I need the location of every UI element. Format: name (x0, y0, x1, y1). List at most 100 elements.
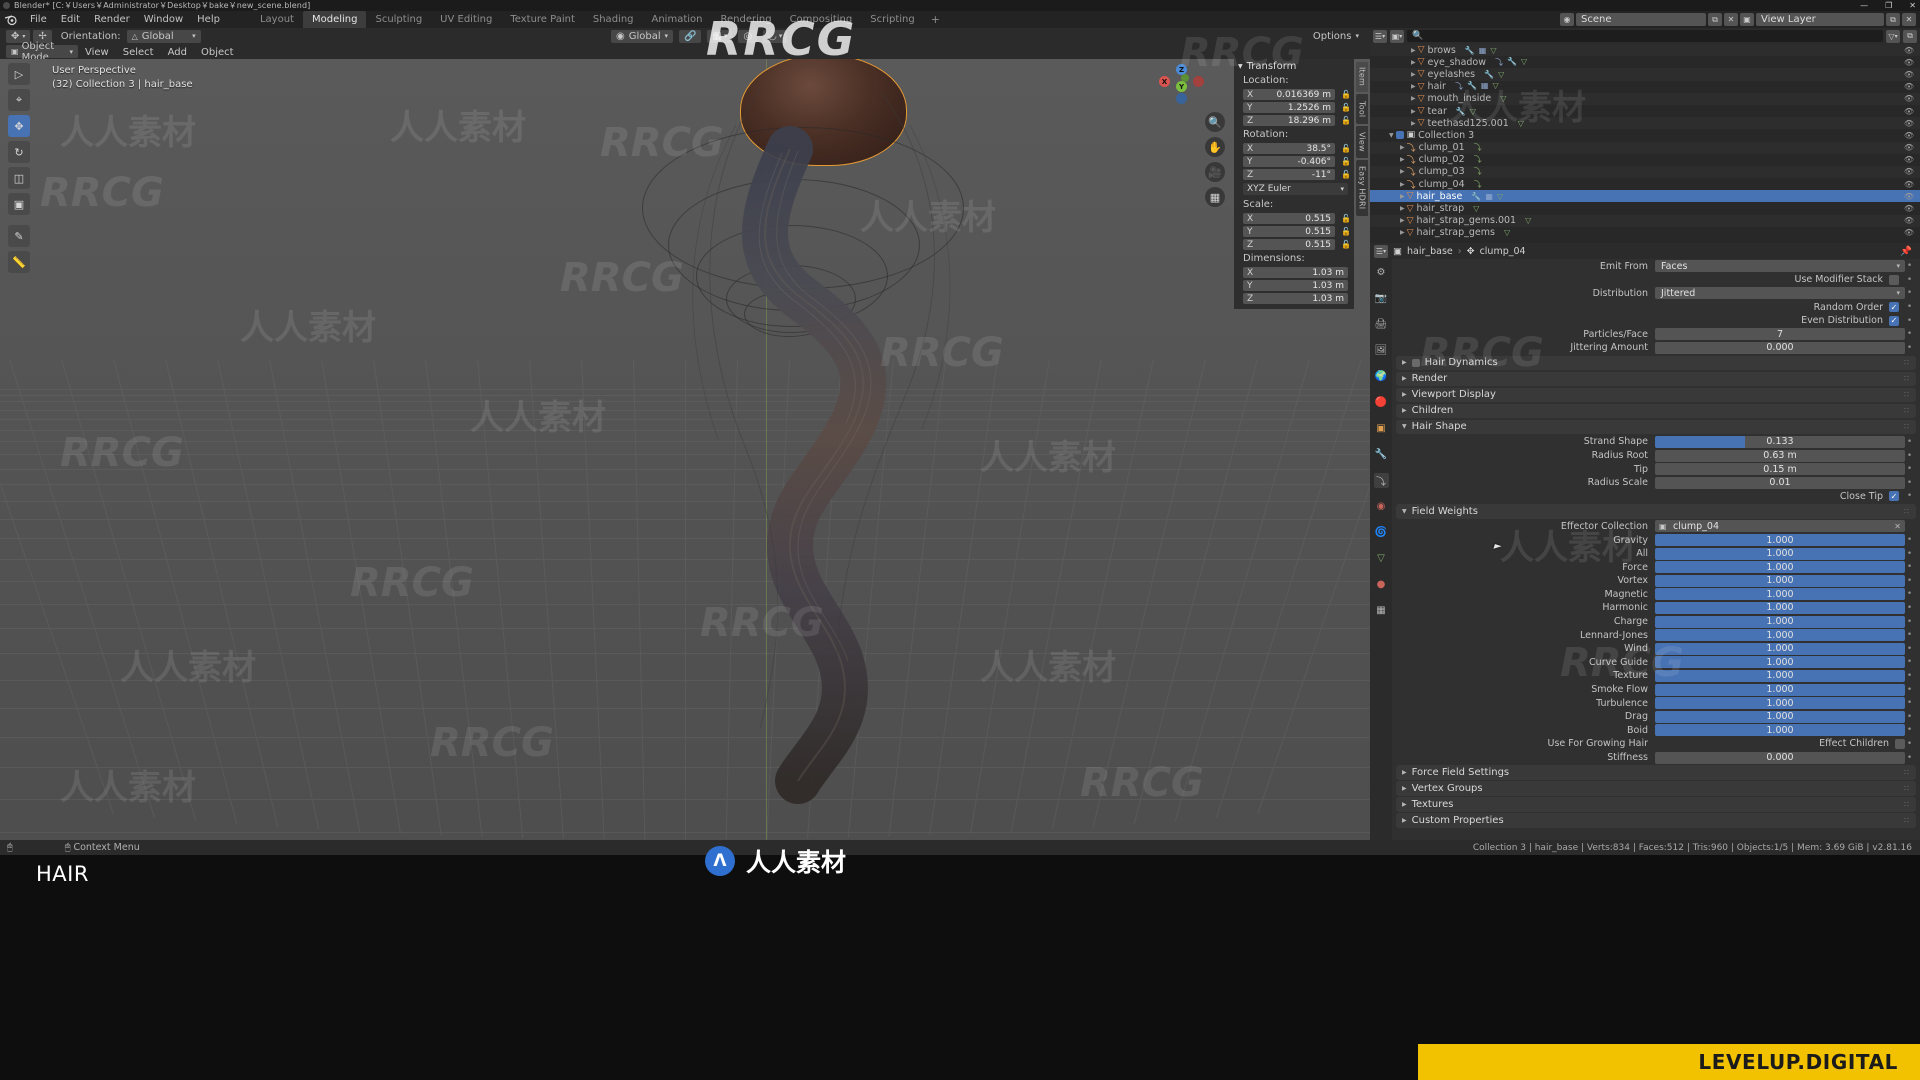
properties-section-force-field-settings[interactable]: ▶ Force Field Settings ∶∶ (1396, 765, 1916, 780)
animate-property-dot[interactable]: • (1905, 739, 1914, 749)
workspace-tab-scripting[interactable]: Scripting (861, 11, 923, 28)
field-np-scl-y[interactable]: Y 0.515 (1243, 226, 1336, 237)
property-value-harmonic[interactable]: 1.000 (1655, 601, 1905, 614)
dimensions-fields[interactable]: X 1.03 m Y 1.03 m Z 1.03 m (1234, 266, 1354, 305)
field-np-scl-z[interactable]: Z 0.515 (1243, 239, 1336, 250)
rotation-mode-dropdown[interactable]: XYZ Euler ▾ (1243, 183, 1348, 195)
outliner-editor[interactable]: ☰ ▾ ▣ ▾ 🔍 ▽ ▾ ⧉ ▶ ▽ brows 🔧 ▦ ▽ 👁 ▶ ▽ eye_shadow ⤵ 🔧 ▽ 👁… (1370, 28, 1920, 243)
pan-hand-icon[interactable]: ✋ (1205, 137, 1225, 157)
new-collection-icon[interactable]: ⧉ (1903, 29, 1917, 43)
modifier-icon[interactable]: 🔧 (1467, 81, 1477, 92)
snap-target-dropdown[interactable]: ◉ Global ▾ (611, 29, 673, 43)
animate-property-dot[interactable]: • (1905, 630, 1914, 640)
property-value-radius-scale[interactable]: 0.01 (1655, 476, 1905, 489)
animate-property-dot[interactable]: • (1905, 275, 1914, 285)
viewport-menu-view[interactable]: View (78, 47, 116, 58)
gizmo-axis-neg-z[interactable] (1176, 93, 1187, 104)
collection-checkbox[interactable] (1395, 131, 1404, 140)
visibility-eye-icon[interactable]: 👁 (1904, 94, 1914, 103)
property-value-emit-from[interactable]: Faces (1655, 260, 1905, 273)
gizmo-axis-neg-x[interactable] (1193, 76, 1204, 87)
sidebar-tab-item[interactable]: Item (1356, 62, 1368, 92)
property-value-vortex[interactable]: 1.000 (1655, 574, 1905, 587)
outliner-row-hair-strap[interactable]: ▶ ▽ hair_strap ▽ 👁 (1370, 202, 1920, 214)
field-np-loc-z[interactable]: Z 18.296 m (1243, 115, 1336, 126)
property-value-turbulence[interactable]: 1.000 (1655, 697, 1905, 710)
blender-logo-icon[interactable] (4, 13, 19, 26)
animate-property-dot[interactable]: • (1905, 549, 1914, 559)
visibility-eye-icon[interactable]: 👁 (1904, 192, 1914, 201)
chevron-right-icon[interactable]: ▶ (1402, 375, 1407, 382)
workspace-tab-modeling[interactable]: Modeling (302, 11, 367, 28)
animate-property-dot[interactable]: • (1905, 343, 1914, 353)
material-icon[interactable]: ▽ (1497, 192, 1503, 201)
sidebar-tabs[interactable]: Item Tool View Easy HDRI (1356, 62, 1368, 216)
visibility-eye-icon[interactable]: 👁 (1904, 46, 1914, 55)
transform-panel-header[interactable]: ▼ Transform (1234, 59, 1354, 73)
3d-viewport[interactable]: ▷ ⌖ ✥ ↻ ◫ ▣ ✎ 📏 User Perspective (32) Co… (0, 59, 1370, 840)
checkbox-close-tip[interactable]: ✓ (1889, 491, 1899, 502)
workspace-tab-sculpting[interactable]: Sculpting (366, 11, 431, 28)
material-icon[interactable]: ▽ (1525, 216, 1531, 225)
sidebar-item-panel[interactable]: ▼ Transform Location: X 0.016369 m 🔓 Y 1.252… (1234, 59, 1354, 309)
animate-property-dot[interactable]: • (1905, 657, 1914, 667)
property-value-tip[interactable]: 0.15 m (1655, 463, 1905, 476)
viewport-menu-object[interactable]: Object (194, 47, 241, 58)
animate-property-dot[interactable]: • (1905, 712, 1914, 722)
outliner-row-eye-shadow[interactable]: ▶ ▽ eye_shadow ⤵ 🔧 ▽ 👁 (1370, 56, 1920, 68)
particles-icon[interactable]: ⤵ (1495, 57, 1503, 68)
curve-data-icon[interactable]: ⤵ (1474, 154, 1482, 165)
transform-tool[interactable]: ▣ (8, 193, 30, 215)
outliner-row-hair-strap-gems-001[interactable]: ▶ ▽ hair_strap_gems.001 ▽ 👁 (1370, 214, 1920, 227)
lock-open-icon[interactable]: 🔓 (1341, 227, 1351, 236)
field-np-dim-x[interactable]: X 1.03 m (1243, 267, 1348, 278)
animate-property-dot[interactable]: • (1905, 478, 1914, 488)
add-workspace-button[interactable]: + (924, 13, 947, 26)
material-icon[interactable]: ▽ (1492, 81, 1498, 92)
camera-icon[interactable]: 🎥 (1205, 162, 1225, 182)
outliner-row-clump-04[interactable]: ▶ ⤵ clump_04 ⤵ 👁 (1370, 178, 1920, 191)
section-drag-handle[interactable]: ∶∶ (1904, 768, 1910, 777)
location-fields[interactable]: X 0.016369 m 🔓 Y 1.2526 m 🔓 Z 18.296 m 🔓 (1234, 88, 1354, 127)
field-np-dim-z[interactable]: Z 1.03 m (1243, 293, 1348, 304)
visibility-eye-icon[interactable]: 👁 (1904, 58, 1914, 67)
checkbox-use-modifier-stack[interactable] (1889, 274, 1899, 285)
field-np-rot-x[interactable]: X 38.5° (1243, 143, 1336, 154)
chevron-right-icon[interactable]: ▶ (1400, 144, 1405, 151)
outliner-row-clump-03[interactable]: ▶ ⤵ clump_03 ⤵ 👁 (1370, 165, 1920, 178)
properties-section-hair-dynamics[interactable]: ▶ Hair Dynamics ∶∶ (1396, 355, 1916, 371)
material-icon[interactable]: ▽ (1470, 107, 1476, 116)
new-view-layer-button[interactable]: ⧉ (1886, 13, 1900, 26)
visibility-eye-icon[interactable]: 👁 (1904, 228, 1914, 237)
magnet-icon[interactable]: 🔗 (679, 29, 702, 43)
property-value-distribution[interactable]: Jittered (1655, 287, 1905, 300)
section-drag-handle[interactable]: ∶∶ (1904, 358, 1910, 367)
animate-property-dot[interactable]: • (1905, 671, 1914, 681)
chevron-right-icon[interactable]: ▶ (1402, 391, 1407, 398)
lock-open-icon[interactable]: 🔓 (1341, 157, 1351, 166)
properties-section-hair-shape[interactable]: ▼ Hair Shape ∶∶ (1396, 419, 1916, 435)
properties-tab-texture[interactable]: ▦ (1374, 603, 1389, 618)
properties-panel-body[interactable]: Emit FromFaces•Use Modifier Stack•Distri… (1392, 259, 1920, 840)
lock-open-icon[interactable]: 🔓 (1341, 144, 1351, 153)
sidebar-tab-tool[interactable]: Tool (1356, 94, 1368, 124)
chevron-right-icon[interactable]: ▶ (1402, 407, 1407, 414)
properties-tab-output[interactable]: 🖨 (1374, 317, 1389, 332)
view-layer-browse-icon[interactable]: ▣ (1740, 13, 1754, 26)
menu-file[interactable]: File (23, 14, 54, 25)
menu-render[interactable]: Render (87, 14, 137, 25)
animate-property-dot[interactable]: • (1905, 685, 1914, 695)
lock-open-icon[interactable]: 🔓 (1341, 240, 1351, 249)
properties-editor-type-icon[interactable]: ☰ ▾ (1374, 244, 1388, 258)
outliner-row-clump-01[interactable]: ▶ ⤵ clump_01 ⤵ 👁 (1370, 141, 1920, 154)
chevron-right-icon[interactable]: ▶ (1402, 817, 1407, 824)
outliner-row-eyelashes[interactable]: ▶ ▽ eyelashes 🔧 ▽ 👁 (1370, 68, 1920, 81)
section-drag-handle[interactable]: ∶∶ (1904, 816, 1910, 825)
sidebar-tab-view[interactable]: View (1356, 126, 1368, 158)
view-layer-name-field[interactable]: View Layer (1756, 13, 1884, 26)
properties-tab-tool[interactable]: ⚙ (1374, 265, 1389, 280)
outliner-row-collection-3[interactable]: ▼ ▣ Collection 3 👁 (1370, 129, 1920, 141)
property-value-charge[interactable]: 1.000 (1655, 615, 1905, 628)
ortho-persp-icon[interactable]: ▦ (1205, 187, 1225, 207)
properties-section-children[interactable]: ▶ Children ∶∶ (1396, 403, 1916, 419)
